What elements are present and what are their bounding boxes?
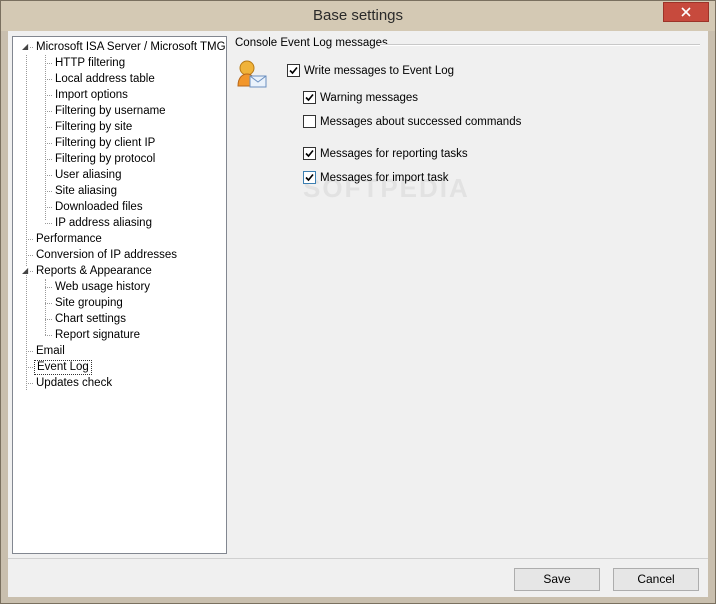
tree-item[interactable]: Site grouping xyxy=(53,296,125,311)
write-messages-checkbox[interactable]: Write messages to Event Log xyxy=(287,64,454,77)
tree-item[interactable]: Report signature xyxy=(53,328,142,343)
reporting-tasks-checkbox[interactable]: Messages for reporting tasks xyxy=(303,147,468,160)
tree-connector xyxy=(26,239,33,240)
warning-messages-checkbox[interactable]: Warning messages xyxy=(303,91,418,104)
tree-item[interactable]: Site aliasing xyxy=(53,184,119,199)
tree-connector xyxy=(45,95,52,96)
tree-connector xyxy=(45,143,52,144)
tree-connector xyxy=(45,127,52,128)
tree-item[interactable]: Email xyxy=(34,344,67,359)
import-task-checkbox[interactable]: Messages for import task xyxy=(303,171,448,184)
tree-connector xyxy=(45,335,52,336)
tree-connector xyxy=(26,255,33,256)
tree-connector xyxy=(45,63,52,64)
tree-item[interactable]: Performance xyxy=(34,232,104,247)
tree-item[interactable]: User aliasing xyxy=(53,168,123,183)
tree-item[interactable]: Event Log xyxy=(34,360,92,375)
window-title: Base settings xyxy=(312,7,404,24)
tree-item[interactable]: Filtering by username xyxy=(53,104,168,119)
checkbox-box[interactable] xyxy=(303,91,316,104)
tree-connector xyxy=(45,111,52,112)
cancel-button[interactable]: Cancel xyxy=(613,568,699,591)
tree-connector xyxy=(26,367,33,368)
check-icon xyxy=(305,93,314,102)
tree-connector xyxy=(45,319,52,320)
tree-item[interactable]: Reports & Appearance xyxy=(34,264,154,279)
tree-item[interactable]: IP address aliasing xyxy=(53,216,154,231)
settings-tree[interactable]: ◢ Microsoft ISA Server / Microsoft TMG HTT… xyxy=(12,36,227,554)
tree-item[interactable]: Conversion of IP addresses xyxy=(34,248,179,263)
check-icon xyxy=(305,173,314,182)
title-bar[interactable]: Base settings xyxy=(1,1,715,31)
tree-item[interactable]: Filtering by site xyxy=(53,120,134,135)
tree-connector xyxy=(45,287,52,288)
checkbox-label: Messages about successed commands xyxy=(320,115,522,128)
tree-connector xyxy=(26,383,33,384)
group-divider xyxy=(380,44,700,46)
tree-item[interactable]: Microsoft ISA Server / Microsoft TMG xyxy=(34,40,228,55)
collapse-triangle-icon[interactable]: ◢ xyxy=(22,267,30,275)
tree-item[interactable]: Local address table xyxy=(53,72,157,87)
tree-item[interactable]: Web usage history xyxy=(53,280,152,295)
tree-item[interactable]: Updates check xyxy=(34,376,114,391)
close-button[interactable] xyxy=(663,2,709,22)
tree-connector xyxy=(26,351,33,352)
tree-item[interactable]: Import options xyxy=(53,88,130,103)
checkbox-label: Warning messages xyxy=(320,91,419,104)
successed-commands-checkbox[interactable]: Messages about successed commands xyxy=(303,115,521,128)
checkbox-box[interactable] xyxy=(287,64,300,77)
tree-connector xyxy=(45,223,52,224)
group-title: Console Event Log messages xyxy=(235,37,388,49)
tree-connector xyxy=(45,175,52,176)
settings-window: Base settings ◢ Microsoft ISA Server / Mi… xyxy=(0,0,716,604)
client-area: ◢ Microsoft ISA Server / Microsoft TMG HTT… xyxy=(8,31,708,597)
tree-connector xyxy=(26,55,27,390)
tree-connector xyxy=(45,303,52,304)
checkbox-label: Messages for reporting tasks xyxy=(320,147,468,160)
tree-connector xyxy=(45,207,52,208)
tree-item[interactable]: Downloaded files xyxy=(53,200,145,215)
checkbox-box[interactable] xyxy=(303,147,316,160)
tree-item[interactable]: HTTP filtering xyxy=(53,56,127,71)
close-icon xyxy=(681,7,691,17)
tree-connector xyxy=(45,79,52,80)
collapse-triangle-icon[interactable]: ◢ xyxy=(22,43,30,51)
check-icon xyxy=(305,149,314,158)
checkbox-label: Write messages to Event Log xyxy=(304,64,454,77)
tree-connector xyxy=(45,191,52,192)
checkbox-box[interactable] xyxy=(303,171,316,184)
tree-connector xyxy=(45,159,52,160)
checkbox-box[interactable] xyxy=(303,115,316,128)
check-icon xyxy=(289,66,298,75)
dialog-footer: Save Cancel xyxy=(8,559,708,597)
save-button[interactable]: Save xyxy=(514,568,600,591)
tree-item[interactable]: Filtering by protocol xyxy=(53,152,157,167)
checkbox-label: Messages for import task xyxy=(320,171,449,184)
tree-item[interactable]: Chart settings xyxy=(53,312,128,327)
tree-item[interactable]: Filtering by client IP xyxy=(53,136,157,151)
user-mail-icon xyxy=(237,60,267,88)
